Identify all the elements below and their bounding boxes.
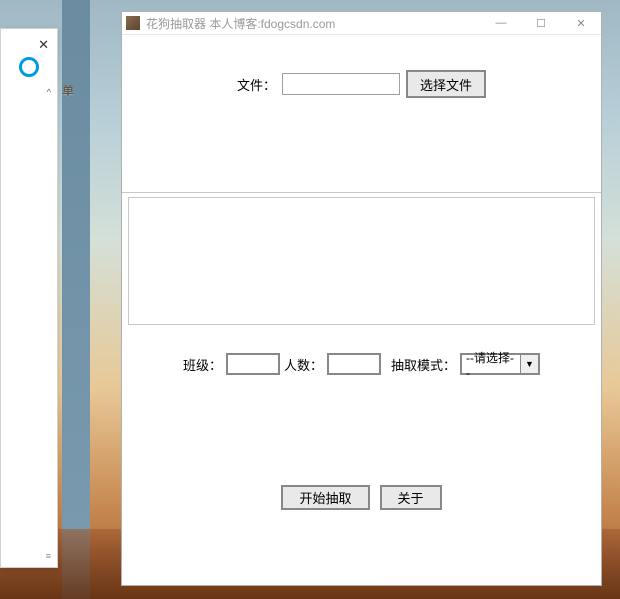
file-row: 文件： 选择文件	[122, 70, 601, 98]
start-button[interactable]: 开始抽取	[281, 485, 369, 510]
main-window: 花狗抽取器 本人博客:fdogcsdn.com — ☐ ✕ 文件： 选择文件 班…	[121, 11, 602, 586]
class-input[interactable]	[226, 353, 280, 375]
divider	[122, 192, 601, 193]
chevron-down-icon[interactable]: ▼	[520, 355, 538, 373]
mode-selected-value: --请选择--	[462, 355, 520, 373]
app-icon	[126, 16, 140, 30]
count-label: 人数：	[284, 355, 323, 374]
client-area: 文件： 选择文件 班级： 人数： 抽取模式： --请选择-- ▼ 开始抽取 关于	[122, 35, 601, 585]
mode-label: 抽取模式：	[391, 355, 456, 374]
options-row: 班级： 人数： 抽取模式： --请选择-- ▼	[122, 353, 601, 375]
mode-select[interactable]: --请选择-- ▼	[460, 353, 540, 375]
choose-file-button[interactable]: 选择文件	[406, 70, 486, 98]
background-fragment-text: 单	[62, 82, 74, 99]
file-label: 文件：	[237, 75, 276, 94]
chevron-up-icon[interactable]: ^	[47, 87, 51, 97]
close-button[interactable]: ✕	[561, 12, 601, 35]
class-label: 班级：	[183, 355, 222, 374]
titlebar[interactable]: 花狗抽取器 本人博客:fdogcsdn.com — ☐ ✕	[122, 12, 601, 35]
actions-row: 开始抽取 关于	[122, 485, 601, 510]
cortana-icon[interactable]	[19, 57, 39, 77]
side-panel: ✕ ^ ≡	[0, 28, 58, 568]
maximize-button[interactable]: ☐	[521, 12, 561, 35]
file-input[interactable]	[282, 73, 400, 95]
menu-icon[interactable]: ≡	[46, 551, 51, 561]
result-box	[128, 197, 595, 325]
count-input[interactable]	[327, 353, 381, 375]
minimize-button[interactable]: —	[481, 12, 521, 35]
about-button[interactable]: 关于	[380, 485, 442, 510]
close-icon[interactable]: ✕	[38, 37, 49, 53]
window-title: 花狗抽取器 本人博客:fdogcsdn.com	[146, 15, 481, 32]
